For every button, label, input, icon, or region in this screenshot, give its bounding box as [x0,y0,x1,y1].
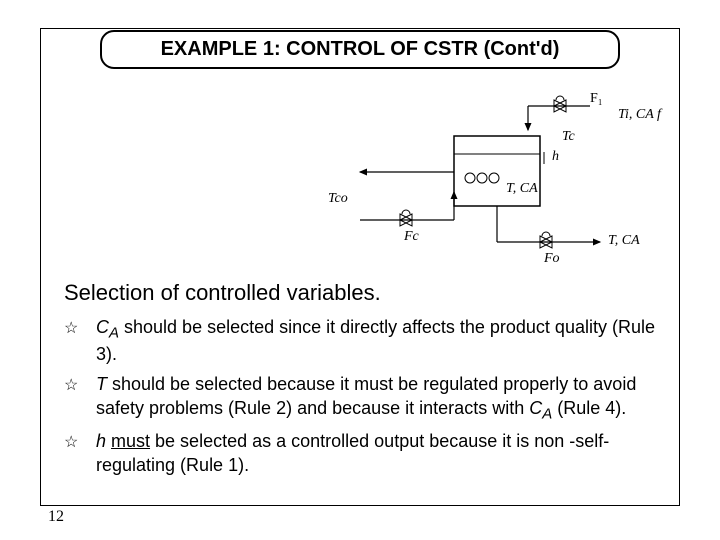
var-CA: CA [96,317,119,337]
star-icon: ☆ [64,432,78,453]
label-F1: F₁ [590,92,603,106]
label-Tco: Tco [328,191,348,206]
label-Ti-CAf: Ti, CA f [618,107,663,122]
cstr-diagram: F₁ Ti, CA f Tc h T, CA Tco Fc Fo T, CA [300,92,670,272]
star-icon: ☆ [64,375,78,396]
label-h: h [552,149,559,164]
bullet-2: ☆ T should be selected because it must b… [64,373,664,424]
var-h: h [96,431,111,451]
label-Fc: Fc [403,229,420,244]
page-number: 12 [48,508,64,526]
word-must: must [111,431,150,451]
var-T: T [96,374,112,394]
section-heading: Selection of controlled variables. [64,280,381,306]
bullet-1: ☆ CA should be selected since it directl… [64,316,664,367]
bullet-3: ☆ h must be selected as a controlled out… [64,430,664,478]
label-Tc: Tc [562,129,576,144]
var-CA-2: CA [529,398,552,418]
slide-title: EXAMPLE 1: CONTROL OF CSTR (Cont'd) [100,30,620,69]
label-Fo: Fo [543,251,560,266]
bullet-list: ☆ CA should be selected since it directl… [64,316,664,484]
label-T-CA-out: T, CA [608,233,640,248]
star-icon: ☆ [64,318,78,339]
label-T-CA: T, CA [506,181,538,196]
